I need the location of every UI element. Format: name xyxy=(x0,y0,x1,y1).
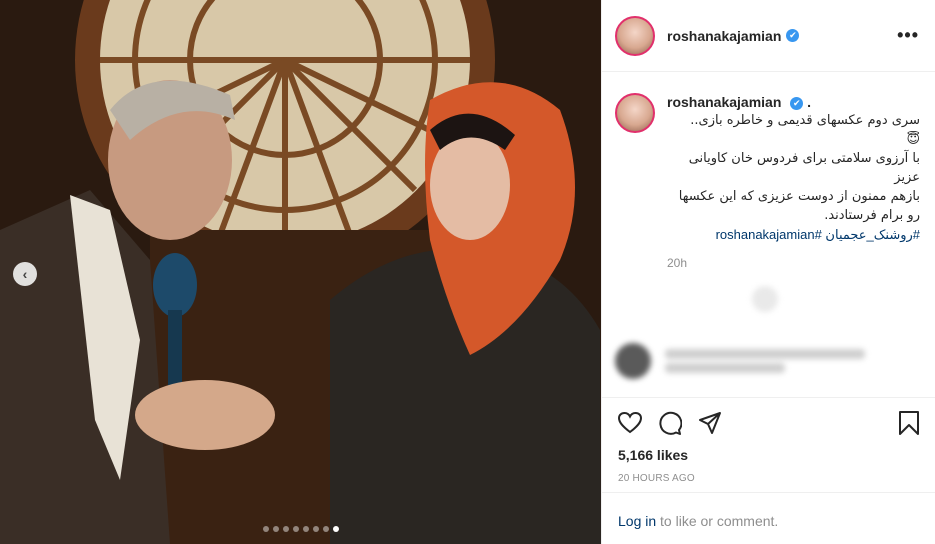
caption-username[interactable]: roshanakajamian xyxy=(667,94,781,110)
carousel-prev-button[interactable]: ‹ xyxy=(13,262,37,286)
loading-spinner-icon xyxy=(752,286,778,312)
post-sidebar: roshanakajamian ✔ ••• roshanakajamian ✔ … xyxy=(601,0,935,544)
carousel-dot[interactable] xyxy=(303,526,309,532)
verified-icon: ✔ xyxy=(786,29,800,42)
caption-timestamp[interactable]: 20h xyxy=(667,256,920,270)
post-header: roshanakajamian ✔ ••• xyxy=(602,0,935,72)
comment-icon[interactable] xyxy=(658,411,682,435)
login-link[interactable]: Log in xyxy=(618,513,656,529)
more-options-icon[interactable]: ••• xyxy=(897,25,919,46)
author-avatar[interactable] xyxy=(615,15,655,56)
author-username[interactable]: roshanakajamian xyxy=(667,28,781,44)
heart-icon[interactable] xyxy=(618,412,642,434)
blurred-comment xyxy=(615,341,915,381)
carousel-dot[interactable] xyxy=(323,526,329,532)
carousel-dot[interactable] xyxy=(293,526,299,532)
likes-count[interactable]: 5,166 likes xyxy=(618,447,920,463)
caption-avatar[interactable] xyxy=(615,93,655,133)
login-prompt-text: to like or comment. xyxy=(656,513,779,529)
caption-line: بازهم ممنون از دوست عزیزی که این عکسها ر… xyxy=(678,189,920,223)
carousel-dot[interactable] xyxy=(263,526,269,532)
comments-section: roshanakajamian ✔ . سری دوم عکسهای قدیمی… xyxy=(602,73,935,397)
carousel-dot[interactable] xyxy=(273,526,279,532)
verified-icon: ✔ xyxy=(790,96,804,110)
carousel-dots xyxy=(263,526,339,532)
carousel-dot[interactable] xyxy=(313,526,319,532)
caption-line: با آرزوی سلامتی برای فردوس خان کاویانی ع… xyxy=(688,151,920,185)
post-photo[interactable]: ‹ xyxy=(0,0,601,544)
carousel-dot[interactable] xyxy=(333,526,339,532)
caption-emoji: 😇 xyxy=(906,132,920,147)
caption-line: سری دوم عکسهای قدیمی و خاطره بازی.. xyxy=(690,113,920,128)
post-time[interactable]: 20 HOURS AGO xyxy=(618,473,920,484)
share-icon[interactable] xyxy=(698,411,722,435)
caption-text: سری دوم عکسهای قدیمی و خاطره بازی.. 😇 با… xyxy=(667,111,920,225)
photo-illustration xyxy=(0,0,601,544)
login-prompt: Log in to like or comment. xyxy=(602,492,935,544)
post-actions: 5,166 likes 20 HOURS AGO xyxy=(602,397,935,484)
bookmark-icon[interactable] xyxy=(898,411,920,435)
caption-hashtags[interactable]: #روشنک_عجمیان #roshanakajamian xyxy=(667,225,920,244)
caption: roshanakajamian ✔ . سری دوم عکسهای قدیمی… xyxy=(615,93,920,270)
carousel-dot[interactable] xyxy=(283,526,289,532)
